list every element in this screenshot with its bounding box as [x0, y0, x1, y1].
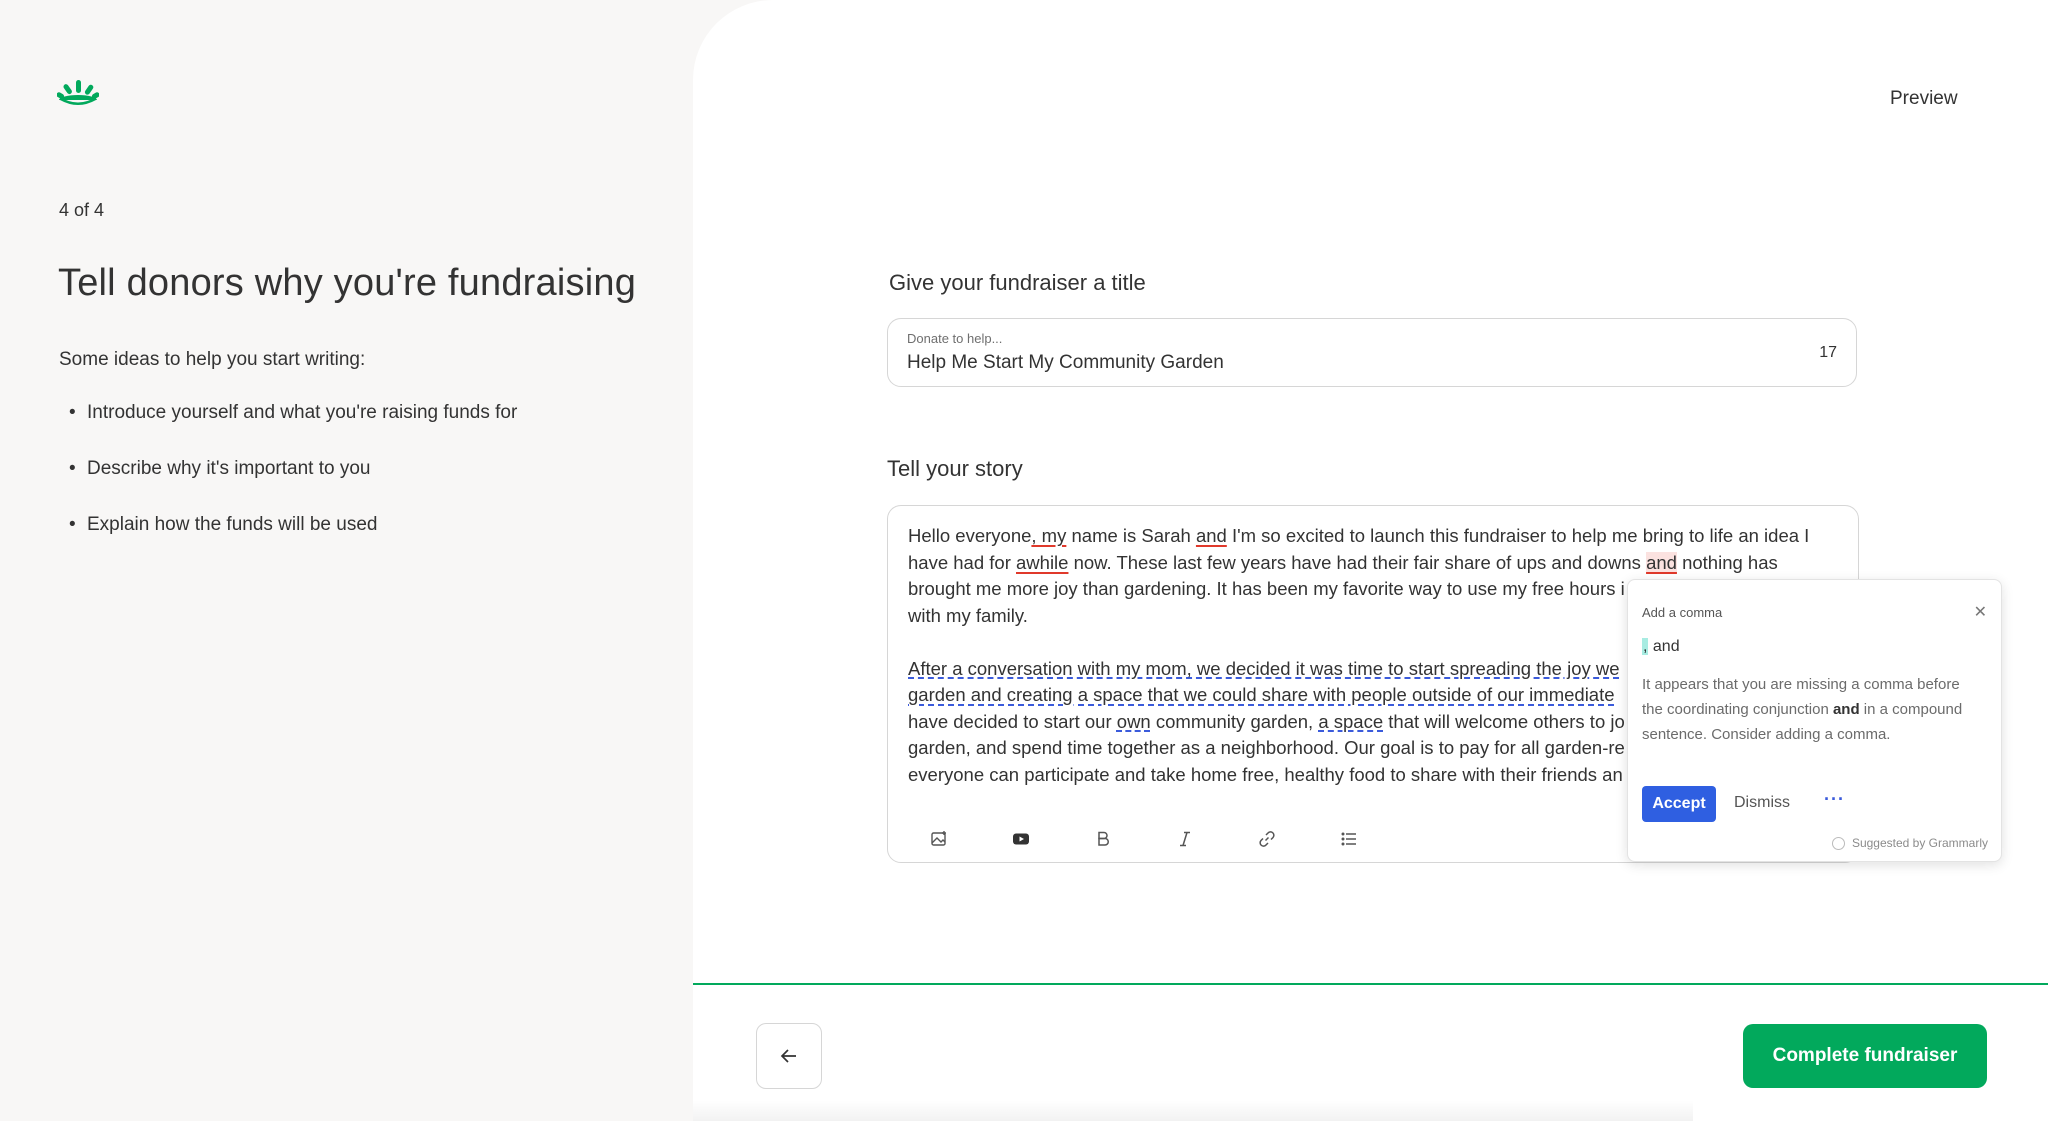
link-icon[interactable]: [1226, 824, 1308, 854]
clarity-issue[interactable]: own: [1117, 711, 1151, 732]
accept-button[interactable]: Accept: [1642, 786, 1716, 822]
title-label: Give your fundraiser a title: [889, 270, 1146, 295]
clarity-issue[interactable]: After a conversation with my mom, we dec…: [908, 658, 1620, 679]
suggestion-preview[interactable]: , and: [1642, 638, 1680, 656]
idea-item: Explain how the funds will be used: [59, 514, 517, 570]
more-options-icon[interactable]: ···: [1824, 789, 1845, 810]
grammarly-suggestion-card: Add a comma ✕ , and It appears that you …: [1627, 579, 2002, 862]
title-value[interactable]: Help Me Start My Community Garden: [907, 352, 1224, 374]
idea-item: Introduce yourself and what you're raisi…: [59, 402, 517, 458]
title-placeholder: Donate to help...: [907, 331, 1003, 346]
suggested-by-label: Suggested by Grammarly: [1831, 836, 1988, 850]
grammar-issue[interactable]: and: [1196, 525, 1227, 546]
story-label: Tell your story: [887, 456, 1023, 481]
left-panel: 4 of 4 Tell donors why you're fundraisin…: [0, 0, 700, 1121]
dismiss-button[interactable]: Dismiss: [1734, 794, 1790, 812]
italic-icon[interactable]: [1144, 824, 1226, 854]
bold-icon[interactable]: [1062, 824, 1144, 854]
progress-bar: [693, 983, 2048, 985]
step-indicator: 4 of 4: [59, 200, 105, 220]
video-icon[interactable]: [980, 824, 1062, 854]
ideas-list: Introduce yourself and what you're raisi…: [59, 402, 517, 570]
suggestion-description: It appears that you are missing a comma …: [1642, 676, 1963, 743]
complete-fundraiser-button[interactable]: Complete fundraiser: [1743, 1024, 1987, 1088]
idea-item: Describe why it's important to you: [59, 458, 517, 514]
suggested-word: and: [1648, 638, 1680, 655]
spelling-issue[interactable]: awhile: [1016, 552, 1068, 573]
gofundme-logo-icon[interactable]: [57, 78, 99, 108]
clarity-issue[interactable]: a space: [1318, 711, 1383, 732]
grammar-issue[interactable]: , my: [1031, 525, 1066, 546]
page-title: Tell donors why you're fundraising: [58, 262, 637, 304]
bottom-shadow: [693, 1100, 1693, 1121]
preview-link[interactable]: Preview: [1890, 88, 1958, 110]
list-icon[interactable]: [1308, 824, 1390, 854]
active-grammar-issue[interactable]: and: [1646, 551, 1677, 573]
char-counter: 17: [1819, 344, 1837, 361]
ideas-label: Some ideas to help you start writing:: [59, 349, 366, 370]
image-icon[interactable]: [898, 824, 980, 854]
title-input[interactable]: Donate to help... Help Me Start My Commu…: [887, 318, 1857, 387]
suggestion-title: Add a comma: [1642, 605, 1723, 620]
arrow-left-icon: [780, 1049, 796, 1063]
close-icon[interactable]: ✕: [1974, 602, 1987, 622]
clarity-issue[interactable]: garden and creating a space that we coul…: [908, 684, 1615, 705]
editor-toolbar: [898, 824, 1390, 854]
back-button[interactable]: [756, 1023, 822, 1089]
grammarly-logo-icon: [1831, 836, 1845, 850]
